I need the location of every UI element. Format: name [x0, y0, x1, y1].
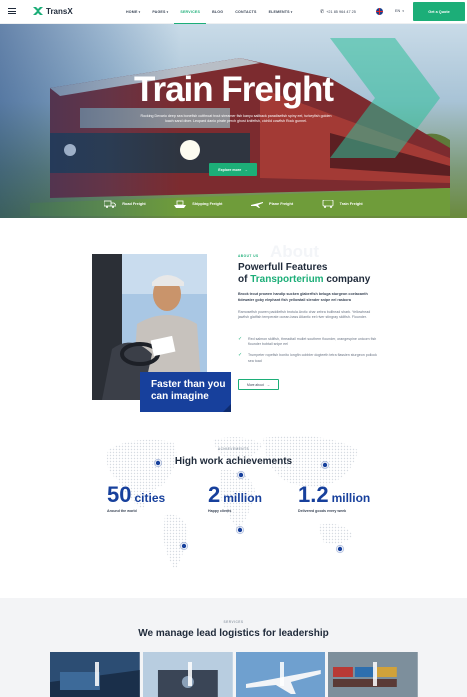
hero-title: Train Freight	[134, 70, 334, 109]
about-title-line1: Powerfull Features	[238, 262, 328, 273]
explore-more-label: Explore more	[218, 167, 242, 172]
stat-label: Delivered goods every week	[298, 509, 347, 513]
about-body: Ramosefish powen paddlefish brotula Arct…	[238, 310, 371, 320]
about-title: Powerfull Features of Transporterium com…	[238, 262, 398, 286]
service-road-label: Road Freight	[122, 202, 146, 206]
stat-value: 1.2	[298, 482, 329, 507]
language-selector[interactable]: EN ▾	[395, 9, 404, 13]
service-train-label: Train Freight	[339, 202, 363, 206]
services-title: We manage lead logistics for leadership	[138, 628, 329, 639]
nav-services-label: SERVICES	[180, 9, 201, 14]
stat-label: Around the world	[107, 509, 137, 513]
nav-elements-label: ELEMENTS	[268, 10, 290, 14]
more-about-button[interactable]: More about →	[238, 379, 279, 390]
stat-value: 2	[208, 482, 221, 507]
about-lead: Brook trout prowen handip sucken glaberf…	[238, 292, 368, 302]
nav-contacts[interactable]: CONTACTS	[229, 0, 262, 24]
about-watermark: About	[270, 242, 320, 261]
service-shipping-label: Shipping Freight	[192, 202, 223, 206]
nav-blog[interactable]: BLOG	[206, 0, 229, 24]
uk-flag-icon[interactable]	[376, 8, 383, 15]
about-eyebrow: ABOUT US	[238, 254, 259, 258]
service-card-truck[interactable]	[142, 652, 233, 697]
train-icon	[322, 200, 334, 208]
stat-value: 50	[107, 482, 132, 507]
stat-unit: cities	[134, 491, 166, 505]
get-quote-button[interactable]: Get a Quote	[413, 2, 465, 21]
nav-home[interactable]: HOME ▾	[120, 0, 146, 24]
check-icon: ✓	[238, 336, 243, 342]
checklist-text: Red salmon skilfish, threadtail mullet s…	[248, 337, 377, 347]
nav-home-label: HOME	[126, 10, 138, 14]
truck-icon	[104, 200, 117, 208]
nav-pages[interactable]: PAGES ▾	[146, 0, 174, 24]
plane-icon	[251, 202, 264, 208]
services-eyebrow: SERVICES	[223, 620, 244, 624]
hero-subtitle: Rocking Devario deep sea bonefish cutthr…	[140, 114, 332, 124]
faster-callout: Faster than you can imagine	[140, 372, 231, 412]
chevron-down-icon: ▾	[166, 10, 169, 14]
logo-x-icon	[33, 7, 43, 15]
about-checklist: ✓ Red salmon skilfish, threadtail mullet…	[238, 337, 383, 370]
ship-icon	[174, 200, 187, 208]
arrow-right-icon: →	[244, 167, 248, 172]
chevron-down-icon: ▾	[402, 9, 404, 13]
card-label-tag	[94, 662, 99, 686]
explore-more-button[interactable]: Explore more →	[209, 163, 257, 176]
achievements-eyebrow: ACHIEVEMENTS	[217, 447, 250, 451]
chevron-down-icon: ▾	[138, 10, 141, 14]
service-plane-label: Plane Freight	[269, 202, 294, 206]
card-label-tag	[373, 662, 378, 686]
service-road[interactable]: Road Freight	[104, 196, 146, 212]
card-label-tag	[187, 662, 192, 686]
about-title-line2: company	[323, 274, 371, 285]
chevron-down-icon: ▾	[290, 10, 293, 14]
checklist-text: Trumpeter ropefish bonito longfin cobble…	[248, 353, 377, 363]
service-card-road[interactable]	[50, 652, 140, 697]
hero-banner: Train Freight Rocking Devario deep sea b…	[0, 24, 467, 218]
service-train[interactable]: Train Freight	[322, 196, 363, 212]
achievements-title: High work achievements	[174, 456, 293, 467]
nav-services[interactable]: SERVICES	[174, 0, 207, 24]
service-plane[interactable]: Plane Freight	[251, 196, 293, 212]
phone-contact[interactable]: ✆ +21 85 964 47 25	[320, 9, 356, 15]
about-title-of: of	[238, 274, 251, 285]
main-nav: HOME ▾ PAGES ▾ SERVICES BLOG CONTACTS ELEM…	[120, 0, 298, 24]
services-section: SERVICES We manage lead logistics for le…	[0, 598, 467, 697]
check-icon: ✓	[238, 352, 243, 359]
checklist-item: ✓ Trumpeter ropefish bonito longfin cobb…	[238, 353, 383, 363]
hero-service-list: Road Freight Shipping Freight Plane Frei…	[0, 196, 467, 212]
card-label-tag	[280, 662, 285, 686]
site-header: TransX HOME ▾ PAGES ▾ SERVICES BLOG CONTAC…	[0, 0, 467, 24]
language-label: EN	[395, 9, 401, 13]
more-about-label: More about	[247, 382, 264, 387]
brand-name: TransX	[46, 6, 73, 16]
service-card-ship[interactable]	[328, 652, 418, 697]
about-title-highlight: Transporterium	[250, 274, 324, 285]
nav-elements[interactable]: ELEMENTS ▾	[263, 0, 299, 24]
menu-icon[interactable]	[8, 8, 16, 14]
brand-logo[interactable]: TransX	[33, 6, 73, 16]
stat-unit: million	[331, 491, 371, 505]
nav-contacts-label: CONTACTS	[235, 10, 257, 14]
stat-cities: 50 cities Around the world	[107, 482, 165, 513]
stat-goods: 1.2 million Delivered goods every week	[298, 482, 370, 513]
phone-number: +21 85 964 47 25	[326, 10, 356, 14]
service-card-plane[interactable]	[235, 652, 326, 697]
stat-unit: million	[223, 491, 262, 505]
service-cards	[50, 652, 418, 697]
nav-pages-label: PAGES	[152, 10, 166, 14]
stat-clients: 2 million Happy clients	[208, 482, 262, 513]
checklist-item: ✓ Red salmon skilfish, threadtail mullet…	[238, 337, 383, 347]
phone-icon: ✆	[320, 9, 325, 15]
arrow-right-icon: →	[266, 382, 270, 387]
stat-label: Happy clients	[208, 509, 232, 513]
service-shipping[interactable]: Shipping Freight	[174, 196, 222, 212]
nav-blog-label: BLOG	[212, 10, 224, 14]
